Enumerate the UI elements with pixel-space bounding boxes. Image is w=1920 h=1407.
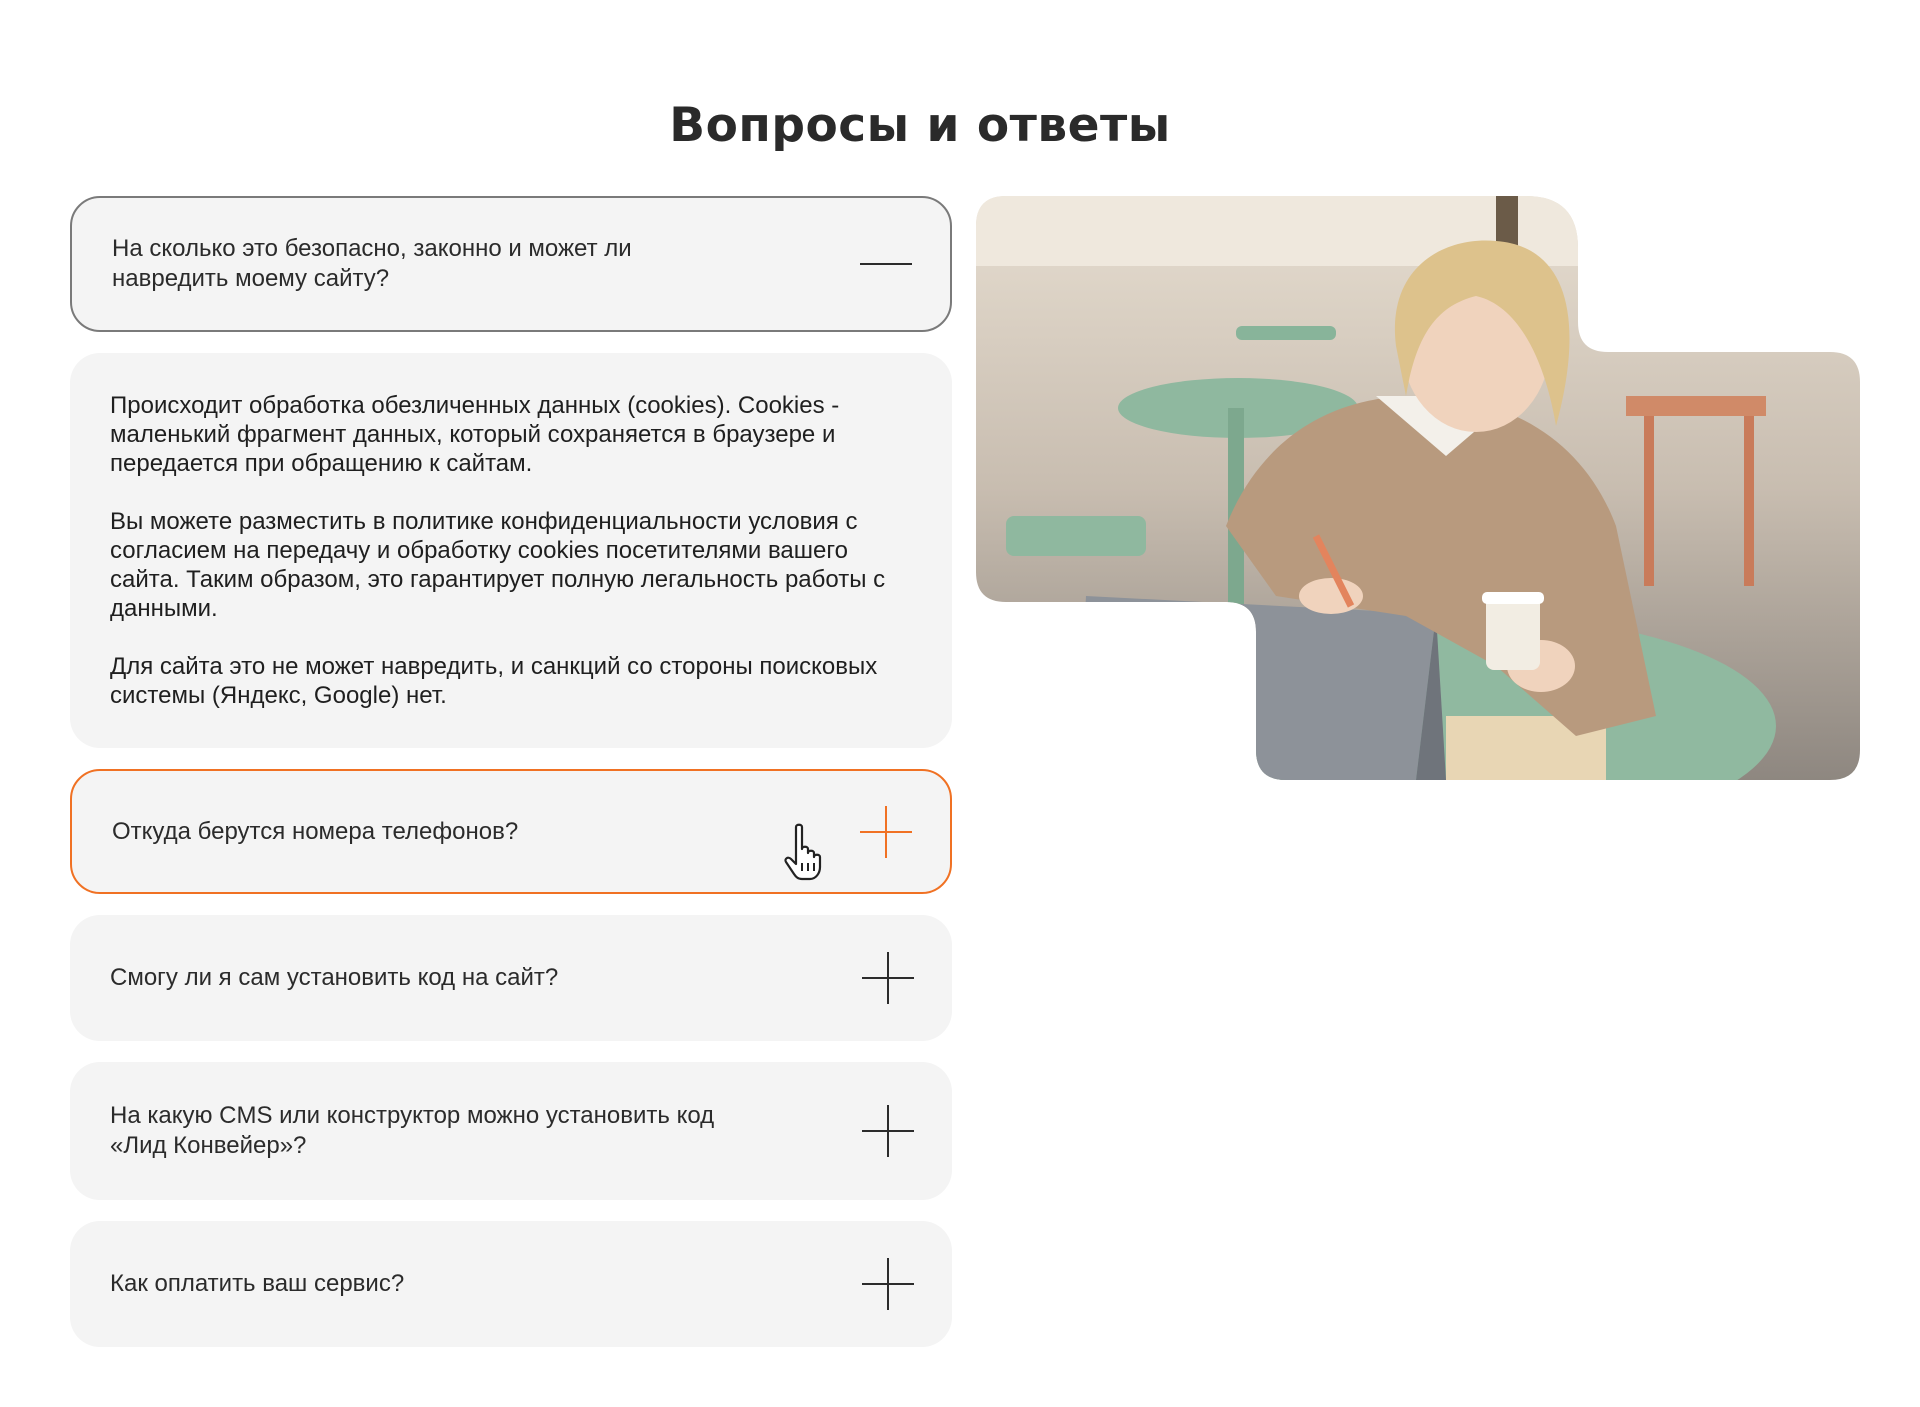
answer-paragraph: Происходит обработка обезличенных данных… [110,392,840,477]
answer-paragraph: Для сайта это не может навредить, и санк… [110,653,878,709]
faq-item-cms[interactable]: На какую CMS или конструктор можно устан… [70,1062,952,1200]
faq-item-safety[interactable]: На сколько это безопасно, законно и може… [70,196,952,332]
answer-paragraph: Вы можете разместить в политике конфиден… [110,508,886,622]
minus-icon[interactable] [860,238,912,290]
faq-item-install-code[interactable]: Смогу ли я сам установить код на сайт? [70,915,952,1041]
page-title: Вопросы и ответы [669,98,1171,153]
hand-pointer-icon [784,823,822,881]
faq-item-phones[interactable]: Откуда берутся номера телефонов? [70,769,952,894]
plus-icon[interactable] [862,952,914,1004]
plus-icon[interactable] [860,805,912,858]
plus-icon[interactable] [862,1105,914,1157]
faq-question: На какую CMS или конструктор можно устан… [110,1102,715,1159]
faq-question: Смогу ли я сам установить код на сайт? [110,964,559,991]
plus-icon[interactable] [862,1258,914,1310]
woman-with-laptop-photo [976,196,1860,780]
faq-item-payment[interactable]: Как оплатить ваш сервис? [70,1221,952,1347]
faq-question: Откуда берутся номера телефонов? [112,817,519,845]
faq-list: На сколько это безопасно, законно и може… [70,196,952,1347]
faq-question: На сколько это безопасно, законно и може… [112,235,632,292]
faq-answer-safety: Происходит обработка обезличенных данных… [70,353,952,748]
faq-question: Как оплатить ваш сервис? [110,1270,405,1297]
